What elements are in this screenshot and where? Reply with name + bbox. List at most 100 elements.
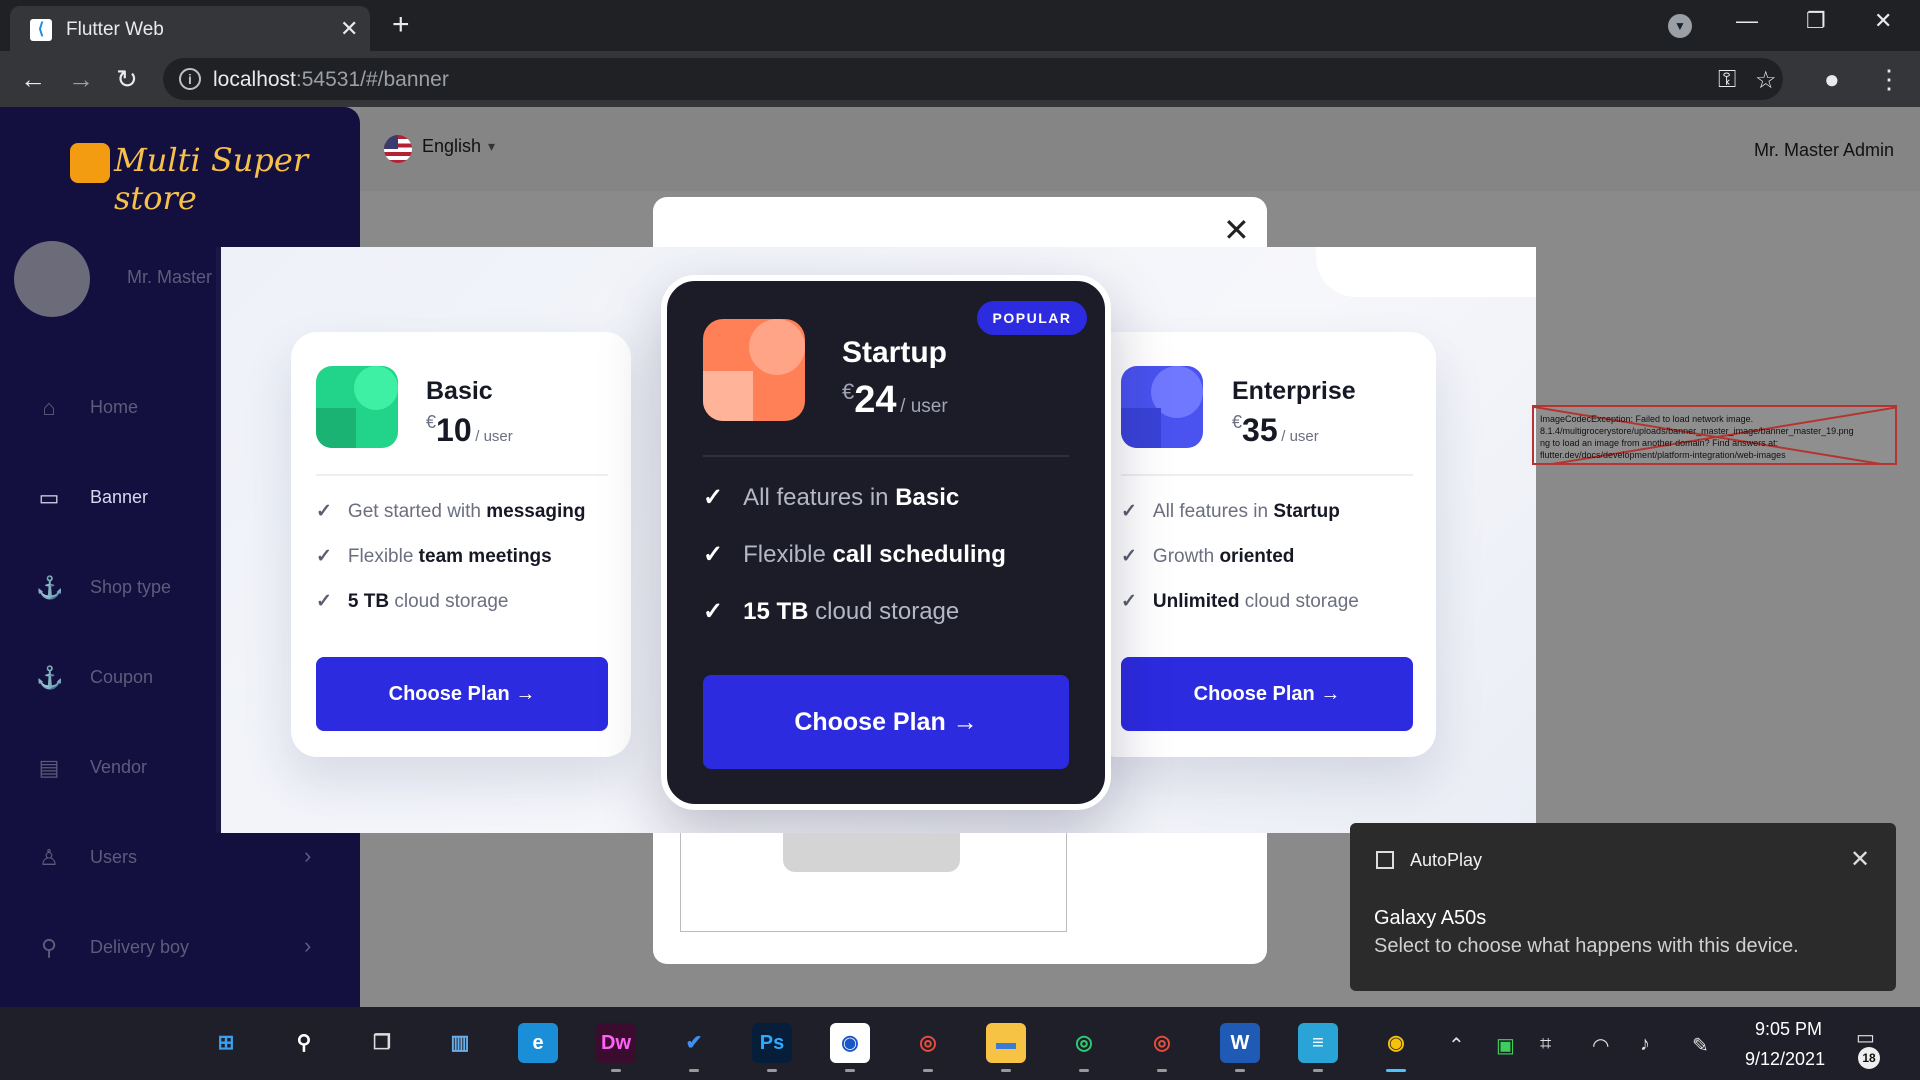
language-selector[interactable]: English — [422, 136, 481, 157]
close-icon[interactable]: ✕ — [1850, 845, 1870, 874]
sidebar-item-label: Banner — [90, 487, 149, 507]
clock-date[interactable]: 9/12/2021 — [1745, 1049, 1825, 1070]
widgets-icon[interactable]: ▥ — [440, 1023, 480, 1063]
task-view-icon[interactable]: ❐ — [362, 1023, 402, 1063]
check-icon: ✓ — [703, 541, 724, 568]
close-icon[interactable]: ✕ — [1223, 211, 1250, 249]
edge-icon[interactable]: e — [518, 1023, 558, 1063]
profile-icon[interactable]: ● — [1824, 64, 1840, 95]
feature-highlight: 5 TB — [347, 591, 390, 612]
close-window-button[interactable]: ✕ — [1874, 8, 1892, 34]
url-text[interactable]: localhost:54531/#/banner — [213, 68, 449, 92]
clock-time[interactable]: 9:05 PM — [1755, 1019, 1822, 1040]
sidebar-item-label: Vendor — [90, 757, 148, 777]
search-icon[interactable]: ⚲ — [284, 1023, 324, 1063]
sidebar-item-label: Coupon — [90, 667, 154, 687]
running-indicator — [845, 1069, 855, 1072]
browser-tab[interactable]: ⟨ Flutter Web ✕ — [10, 6, 370, 51]
feature-item: ✓ Flexible team meetings — [316, 545, 552, 568]
reload-icon[interactable]: ↻ — [116, 64, 138, 95]
file-explorer-icon[interactable]: ▬ — [986, 1023, 1026, 1063]
notification-icon[interactable]: ▭ — [1856, 1025, 1875, 1050]
chevron-down-icon[interactable]: ▾ — [488, 138, 495, 155]
feature-item: ✓ All features in Startup — [1121, 500, 1340, 523]
feature-item: ✓ All features in Basic — [703, 483, 959, 512]
app-icon[interactable]: ◉ — [830, 1023, 870, 1063]
menu-kebab-icon[interactable]: ⋮ — [1876, 64, 1902, 95]
bookmark-star-icon[interactable]: ☆ — [1755, 66, 1777, 95]
start-icon[interactable]: ⊞ — [206, 1023, 246, 1063]
feature-text: cloud storage — [1239, 591, 1359, 612]
running-indicator — [1386, 1069, 1406, 1072]
feature-item: ✓ Flexible call scheduling — [703, 540, 1006, 569]
check-icon: ✓ — [316, 501, 332, 522]
feature-text: All features in — [1152, 501, 1274, 522]
monitor-icon: ▭ — [38, 485, 60, 510]
choose-plan-button[interactable]: Choose Plan → — [1121, 657, 1413, 731]
logo-basket-icon — [70, 143, 110, 183]
us-flag-icon[interactable] — [384, 135, 412, 163]
dreamweaver-icon[interactable]: Dw — [596, 1023, 636, 1063]
plan-startup-icon — [703, 319, 805, 421]
check-icon: ✓ — [1121, 501, 1137, 522]
sidebar-item-users[interactable]: ♙ Users › — [0, 827, 360, 887]
toast-message: Select to choose what happens with this … — [1374, 935, 1799, 957]
notepad-icon[interactable]: ≡ — [1298, 1023, 1338, 1063]
running-indicator — [689, 1069, 699, 1072]
running-indicator — [1313, 1069, 1323, 1072]
app-top-bar: English ▾ Mr. Master Admin — [360, 107, 1920, 191]
chrome-profile-icon[interactable]: ◎ — [908, 1023, 948, 1063]
choose-plan-button[interactable]: Choose Plan → — [316, 657, 608, 731]
site-info-icon[interactable]: i — [179, 68, 201, 90]
wifi-icon[interactable]: ◠ — [1592, 1033, 1609, 1058]
chevron-up-icon[interactable]: ⌃ — [1448, 1033, 1465, 1058]
check-icon: ✓ — [703, 598, 724, 625]
password-key-icon[interactable]: ⚿ — [1718, 66, 1736, 94]
arrow-right-icon: → — [1320, 683, 1341, 705]
plan-basic-icon — [316, 366, 398, 448]
avatar[interactable] — [14, 241, 90, 317]
autoplay-notification[interactable]: AutoPlay ✕ Galaxy A50s Select to choose … — [1350, 823, 1896, 991]
photoshop-icon[interactable]: Ps — [752, 1023, 792, 1063]
pen-icon[interactable]: ✎ — [1692, 1033, 1709, 1058]
feature-item: ✓ Unlimited cloud storage — [1121, 590, 1359, 613]
tray-network-icon[interactable]: ⌗ — [1540, 1033, 1551, 1056]
chrome-icon[interactable]: ◉ — [1376, 1023, 1416, 1063]
autoplay-icon — [1376, 851, 1394, 869]
toast-heading: Galaxy A50s — [1374, 907, 1487, 929]
running-indicator — [611, 1069, 621, 1072]
choose-plan-button[interactable]: Choose Plan → — [703, 675, 1069, 769]
address-bar[interactable]: i localhost:54531/#/banner ⚿ ☆ — [163, 58, 1783, 100]
popular-badge: POPULAR — [977, 301, 1087, 335]
forward-arrow-icon[interactable]: → — [68, 64, 94, 95]
admin-name[interactable]: Mr. Master Admin — [1754, 140, 1894, 161]
sidebar-user-name: Mr. Master — [127, 267, 213, 287]
store-logo[interactable]: Multi Super store — [70, 137, 310, 217]
banner-edge — [216, 247, 221, 833]
check-icon: ✓ — [1121, 591, 1137, 612]
notification-count-badge: 18 — [1858, 1047, 1880, 1069]
todo-icon[interactable]: ✔ — [674, 1023, 714, 1063]
new-tab-button[interactable]: + — [392, 8, 410, 42]
word-icon[interactable]: W — [1220, 1023, 1260, 1063]
sidebar-item-delivery-boy[interactable]: ⚲ Delivery boy › — [0, 917, 360, 977]
windows-taskbar: ⊞ ⚲ ❐ ▥ e Dw ✔ Ps ◉ ◎ ▬ ◎ ◎ W ≡ ◉ ⌃ ▣ ⌗ ◠ ♪ ✎ 9:05 PM 9… — [0, 1007, 1920, 1080]
sidebar-item-label: Home — [90, 397, 139, 417]
feature-item: ✓ Get started with messaging — [316, 500, 586, 523]
user-icon: ♙ — [39, 845, 59, 870]
back-arrow-icon[interactable]: ← — [20, 64, 46, 95]
running-indicator — [1157, 1069, 1167, 1072]
volume-icon[interactable]: ♪ — [1640, 1033, 1650, 1056]
feature-item: ✓ 15 TB cloud storage — [703, 597, 959, 626]
chrome-profile2-icon[interactable]: ◎ — [1064, 1023, 1104, 1063]
decorative-shape — [1316, 247, 1536, 297]
tray-app-icon[interactable]: ▣ — [1496, 1033, 1515, 1058]
tab-search-icon[interactable]: ▼ — [1668, 14, 1692, 38]
chrome-profile3-icon[interactable]: ◎ — [1142, 1023, 1182, 1063]
anchor-icon: ⚓ — [36, 665, 64, 690]
restore-button[interactable]: ❐ — [1806, 8, 1826, 34]
feature-text: Flexible — [347, 546, 419, 567]
minimize-button[interactable]: — — [1736, 8, 1758, 34]
tab-close-icon[interactable]: ✕ — [340, 16, 358, 42]
arrow-right-icon: → — [515, 683, 536, 705]
